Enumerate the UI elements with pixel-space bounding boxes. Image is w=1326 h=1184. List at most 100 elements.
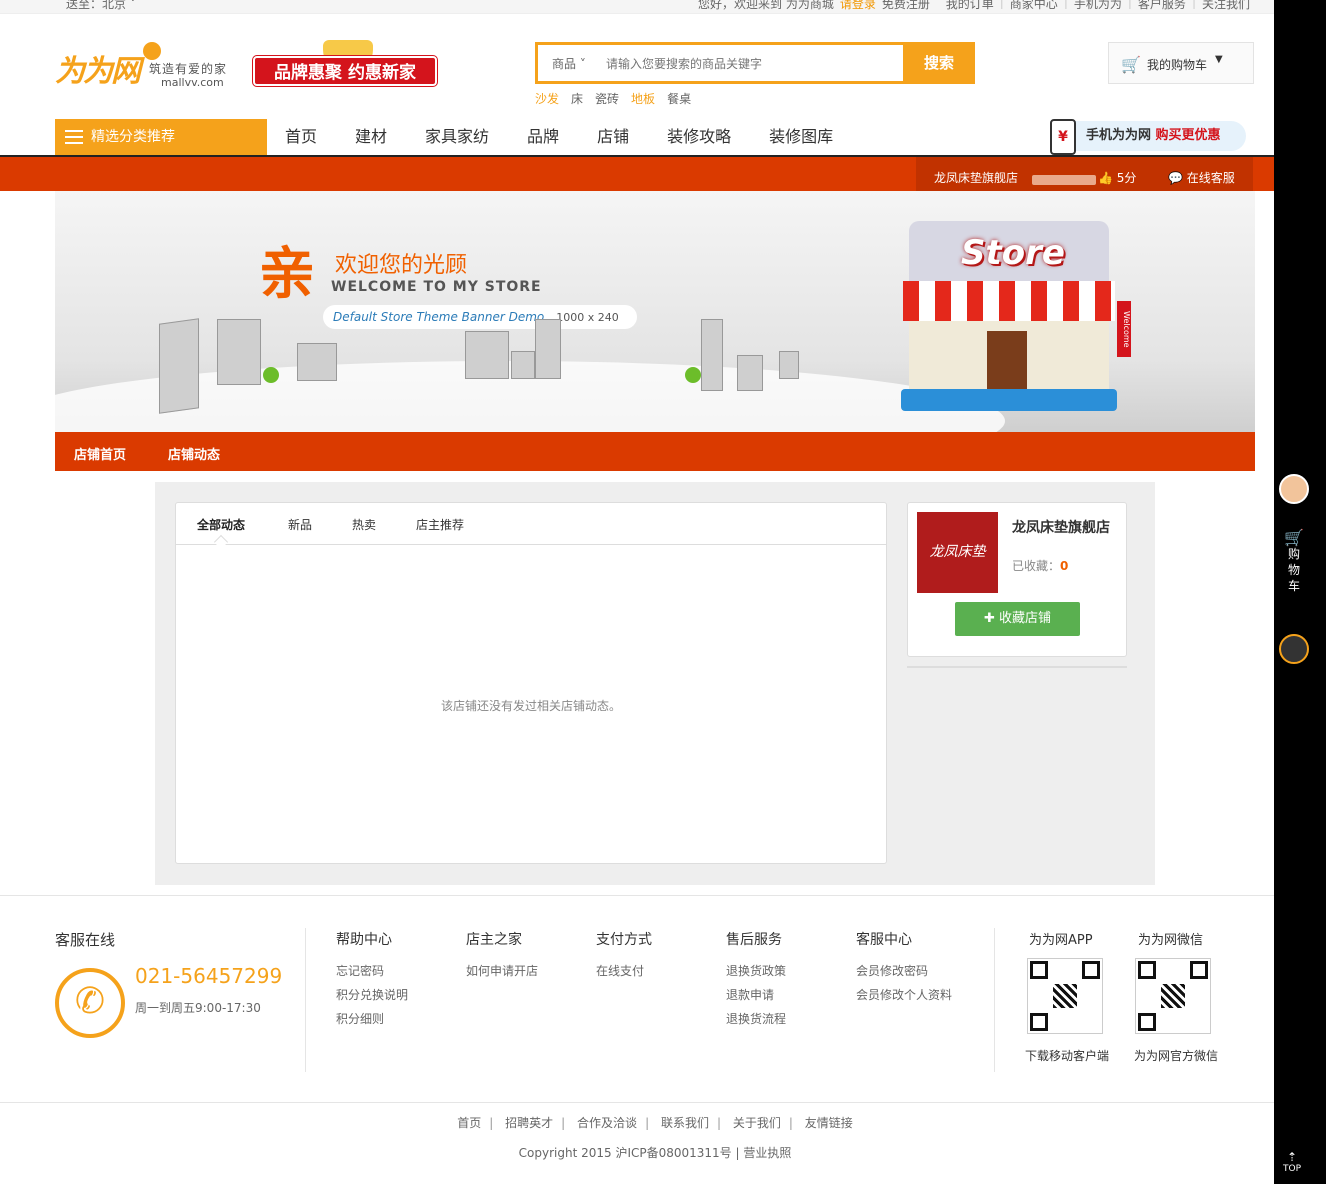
nav-item-furniture[interactable]: 家具家纺	[425, 119, 489, 155]
wechat-qr-code	[1135, 958, 1211, 1034]
merchant-center-link[interactable]: 商家中心	[1010, 0, 1058, 12]
tab-all[interactable]: 全部动态	[197, 516, 245, 533]
footer-link[interactable]: 联系我们	[661, 1116, 709, 1130]
footer-link[interactable]: 在线支付	[596, 959, 652, 983]
arrow-up-icon: ⇡	[1286, 1150, 1298, 1164]
mobile-promo[interactable]: ¥ 手机为为网 购买更优惠	[1050, 119, 1246, 155]
promo-text: 品牌惠聚 约惠新家	[253, 56, 437, 86]
building-illustration	[159, 318, 199, 414]
footer-link[interactable]: 招聘英才	[505, 1116, 553, 1130]
footer-column-service: 客服中心 会员修改密码 会员修改个人资料	[856, 929, 952, 1007]
logo-url: mallvv.com	[161, 76, 224, 89]
footer-link[interactable]: 积分细则	[336, 1007, 408, 1031]
footer-link[interactable]: 退款申请	[726, 983, 786, 1007]
banner-english: WELCOME TO MY STORE	[331, 279, 542, 295]
service-hours: 周一到周五9:00-17:30	[135, 1001, 261, 1015]
building-illustration	[737, 355, 763, 391]
hot-word[interactable]: 餐桌	[667, 90, 691, 107]
nav-item-materials[interactable]: 建材	[355, 119, 387, 155]
mobile-promo-highlight: 购买更优惠	[1155, 128, 1221, 143]
store-nav-news[interactable]: 店铺动态	[168, 444, 220, 463]
footer-link[interactable]: 如何申请开店	[466, 959, 538, 983]
copyright: Copyright 2015 沪ICP备08001311号 | 营业执照	[518, 1146, 792, 1160]
plus-icon: ✚	[983, 611, 999, 626]
hot-word[interactable]: 沙发	[535, 90, 559, 107]
footer-column-payment: 支付方式 在线支付	[596, 929, 652, 983]
app-qr-code	[1027, 958, 1103, 1034]
follow-us-link[interactable]: 关注我们	[1202, 0, 1250, 12]
divider	[907, 666, 1127, 668]
footer-link[interactable]: 友情链接	[805, 1116, 853, 1130]
nav-item-stores[interactable]: 店铺	[597, 119, 629, 155]
active-tab-caret	[213, 534, 229, 550]
store-name[interactable]: 龙凤床垫旗舰店	[1012, 519, 1120, 538]
building-illustration	[779, 351, 799, 379]
footer-column-after-sales: 售后服务 退换货政策 退款申请 退换货流程	[726, 929, 786, 1031]
my-orders-link[interactable]: 我的订单	[946, 0, 994, 12]
sidebar-cart-button[interactable]: 🛒 购物车	[1284, 530, 1304, 594]
cart-button[interactable]: 🛒 我的购物车 ▼	[1108, 42, 1254, 84]
wechat-qr-title: 为为网微信	[1138, 933, 1204, 948]
nav-item-guides[interactable]: 装修攻略	[667, 119, 731, 155]
hot-word[interactable]: 地板	[631, 90, 655, 107]
building-illustration	[535, 319, 561, 379]
back-to-top-button[interactable]: ⇡ TOP	[1282, 1150, 1302, 1174]
feed-tabs: 全部动态 新品 热卖 店主推荐	[176, 503, 886, 550]
search-box: 商品 ˅ 搜索	[535, 42, 975, 84]
wechat-qr-caption: 为为网官方微信	[1134, 1049, 1219, 1063]
app-qr-caption: 下载移动客户端	[1025, 1049, 1110, 1063]
qq-icon[interactable]	[1279, 634, 1309, 664]
main-content: 全部动态 新品 热卖 店主推荐 该店铺还没有发过相关店铺动态。 龙凤床垫 龙凤床…	[155, 482, 1155, 885]
favorite-store-button[interactable]: ✚ 收藏店铺	[955, 602, 1080, 636]
search-input[interactable]	[606, 51, 896, 77]
tab-new[interactable]: 新品	[288, 516, 312, 533]
user-avatar-icon[interactable]	[1279, 474, 1309, 504]
footer-link[interactable]: 合作及洽谈	[577, 1116, 637, 1130]
location-selector[interactable]: 送至：北京 ˅	[66, 0, 136, 12]
store-illustration: Store Welcome	[889, 211, 1131, 421]
welcome-flag: Welcome	[1117, 301, 1131, 357]
search-category-select[interactable]: 商品 ˅	[552, 55, 586, 72]
footer-link[interactable]: 会员修改个人资料	[856, 983, 952, 1007]
footer-link[interactable]: 会员修改密码	[856, 959, 952, 983]
footer-link[interactable]: 退换货政策	[726, 959, 786, 983]
footer-link[interactable]: 积分兑换说明	[336, 983, 408, 1007]
footer-link[interactable]: 退换货流程	[726, 1007, 786, 1031]
top-bar: 送至：北京 ˅ 您好，欢迎来到 为为商城 请登录 免费注册 我的订单 | 商家中…	[0, 0, 1274, 14]
cart-icon: 🛒	[1121, 55, 1141, 74]
footer-link[interactable]: 关于我们	[733, 1116, 781, 1130]
store-sign: Store	[961, 233, 1065, 273]
store-logo[interactable]: 龙凤床垫	[917, 512, 998, 593]
hot-words: 沙发 床 瓷砖 地板 餐桌	[535, 90, 691, 107]
nav-item-home[interactable]: 首页	[285, 119, 317, 155]
search-button[interactable]: 搜索	[903, 42, 975, 84]
banner-welcome: 欢迎您的光顾	[335, 253, 468, 278]
service-title: 客服在线	[55, 931, 116, 949]
online-service-button[interactable]: 💬 在线客服	[1168, 169, 1235, 186]
nav-item-gallery[interactable]: 装修图库	[769, 119, 833, 155]
nav-item-brands[interactable]: 品牌	[527, 119, 559, 155]
tab-recommended[interactable]: 店主推荐	[416, 516, 464, 533]
phone-icon: ✆	[55, 968, 125, 1038]
logo-slogan: 筑造有爱的家	[149, 62, 228, 76]
hot-word[interactable]: 床	[571, 90, 583, 107]
store-name-link[interactable]: 龙凤床垫旗舰店	[934, 169, 1018, 186]
category-button[interactable]: 精选分类推荐	[55, 119, 267, 155]
store-nav-home[interactable]: 店铺首页	[74, 444, 126, 463]
tab-hot[interactable]: 热卖	[352, 516, 376, 533]
site-logo[interactable]: 为为网 筑造有爱的家 mallvv.com	[55, 40, 235, 90]
store-banner: 亲 欢迎您的光顾 WELCOME TO MY STORE Default Sto…	[55, 191, 1255, 432]
cart-label: 我的购物车	[1147, 58, 1208, 72]
login-link[interactable]: 请登录	[840, 0, 876, 12]
welcome-text: 您好，欢迎来到 为为商城	[698, 0, 834, 11]
mobile-link[interactable]: 手机为为	[1074, 0, 1122, 12]
footer-link[interactable]: 忘记密码	[336, 959, 408, 983]
register-link[interactable]: 免费注册	[882, 0, 930, 12]
empty-message: 该店铺还没有发过相关店铺动态。	[440, 699, 621, 713]
promo-badge[interactable]: 品牌惠聚 约惠新家	[253, 40, 443, 98]
store-info-tag: 龙凤床垫旗舰店 👍 5分 💬 在线客服	[916, 157, 1253, 191]
footer-column-shop-owner: 店主之家 如何申请开店	[466, 929, 538, 983]
footer-link[interactable]: 首页	[457, 1116, 481, 1130]
hot-word[interactable]: 瓷砖	[595, 90, 619, 107]
customer-service-link[interactable]: 客户服务	[1138, 0, 1186, 12]
